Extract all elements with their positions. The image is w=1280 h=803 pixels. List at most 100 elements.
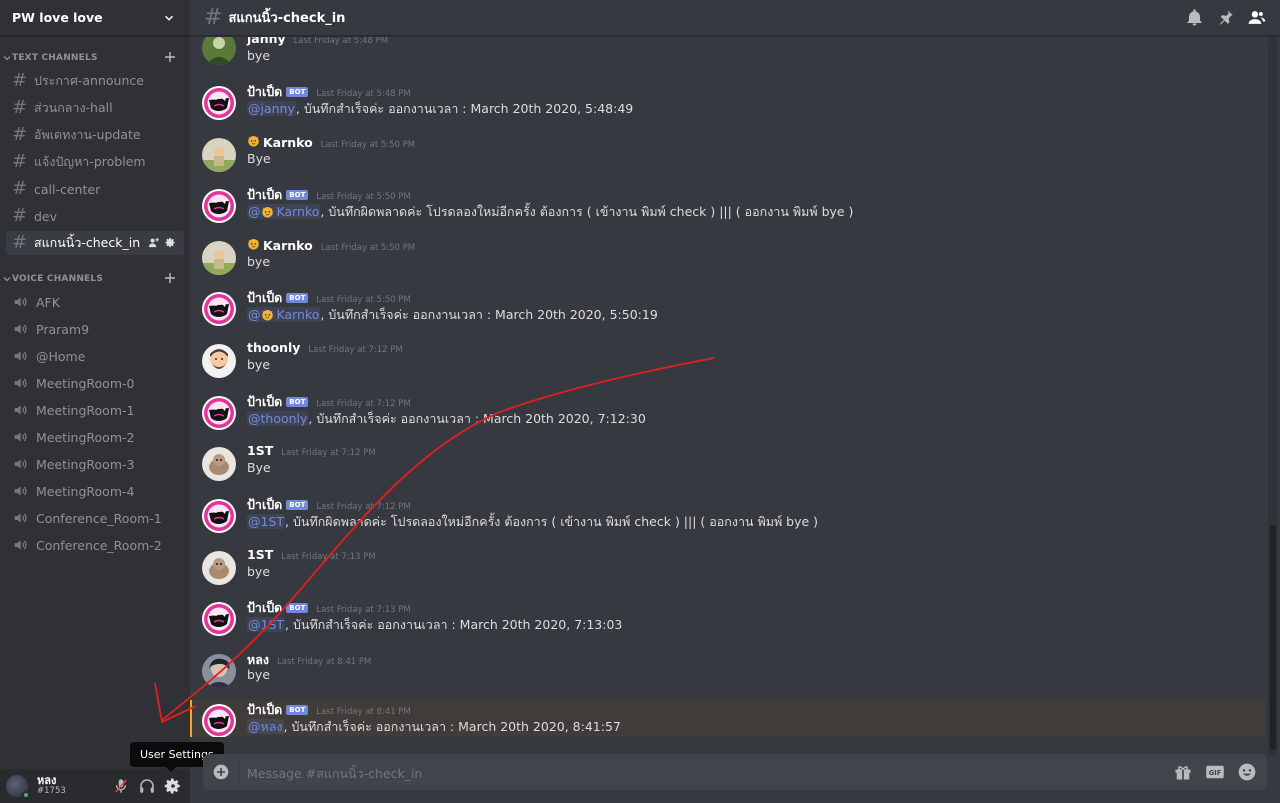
channel-update[interactable]: # อัพเดทงาน-update — [6, 123, 184, 147]
headphones-icon[interactable] — [138, 777, 156, 795]
channel-name: MeetingRoom-0 — [36, 375, 135, 391]
avatar[interactable] — [202, 138, 236, 172]
user-settings-gear-icon[interactable] — [164, 777, 182, 795]
gif-icon[interactable]: GIF — [1205, 762, 1225, 782]
message: ป้าเป็ด BOT Last Friday at 5:50 PM @ Karnko… — [190, 185, 1266, 237]
category-voice-channels[interactable]: VOICE CHANNELS — [0, 272, 190, 286]
bot-avatar[interactable] — [202, 704, 236, 737]
scrollbar-thumb[interactable] — [1270, 525, 1276, 750]
avatar[interactable] — [202, 654, 236, 688]
message: thoonly Last Friday at 7:12 PM bye — [190, 340, 1266, 392]
channel-check-in[interactable]: # สแกนนิ้ว-check_in — [6, 231, 184, 255]
channel-problem[interactable]: # แจ้งปัญหา-problem — [6, 150, 184, 174]
author-name[interactable]: Karnko — [263, 238, 313, 253]
chevron-down-icon[interactable] — [162, 11, 176, 25]
channel-dev[interactable]: # dev — [6, 204, 184, 228]
message-text: @1ST, บันทึกสำเร็จค่ะ ออกงานเวลา : March… — [247, 617, 623, 632]
hash-icon: # — [12, 178, 28, 199]
caret-down-icon — [3, 56, 11, 61]
member-list-icon[interactable] — [1247, 8, 1266, 27]
add-attachment-icon[interactable] — [213, 764, 229, 780]
avatar[interactable] — [6, 775, 30, 799]
user-mention[interactable]: @หลง — [247, 719, 284, 734]
bot-avatar[interactable] — [202, 396, 236, 430]
speaker-icon — [12, 375, 28, 391]
voice-channel-afk[interactable]: AFK — [6, 290, 184, 314]
author-name[interactable]: thoonly — [247, 340, 300, 355]
message-list: janny Last Friday at 5:48 PM bye ป้าเป็ด B… — [190, 37, 1268, 737]
channel-name: MeetingRoom-2 — [36, 429, 135, 445]
channel-hall[interactable]: # ส่วนกลาง-hall — [6, 96, 184, 120]
add-channel-icon[interactable] — [164, 272, 176, 284]
timestamp: Last Friday at 5:48 PM — [293, 37, 389, 46]
user-tag: #1753 — [37, 786, 66, 797]
avatar[interactable] — [202, 37, 236, 65]
voice-channel-meetingroom-2[interactable]: MeetingRoom-2 — [6, 425, 184, 449]
message: ป้าเป็ด BOT Last Friday at 7:12 PM @thoonl… — [190, 392, 1266, 444]
pin-icon[interactable] — [1216, 8, 1235, 27]
gear-icon[interactable] — [165, 237, 176, 248]
add-channel-icon[interactable] — [164, 51, 176, 63]
message: 1ST Last Friday at 7:13 PM bye — [190, 547, 1266, 599]
user-mention[interactable]: @ Karnko — [247, 204, 321, 219]
message-text: Bye — [247, 460, 271, 475]
emoji-picker-icon[interactable] — [1237, 762, 1257, 782]
channel-call-center[interactable]: # call-center — [6, 177, 184, 201]
hash-icon: # — [12, 124, 28, 145]
category-text-channels[interactable]: TEXT CHANNELS — [0, 51, 190, 65]
author-name[interactable]: Karnko — [263, 135, 313, 150]
voice-channel-meetingroom-1[interactable]: MeetingRoom-1 — [6, 398, 184, 422]
message-text: bye — [247, 564, 271, 579]
speaker-icon — [12, 321, 28, 337]
invite-icon[interactable] — [148, 237, 159, 248]
server-header[interactable]: PW love love — [0, 0, 190, 36]
speaker-icon — [12, 483, 28, 499]
message: Karnko Last Friday at 5:50 PM bye — [190, 237, 1266, 289]
message: ป้าเป็ด BOT Last Friday at 7:13 PM @1ST, บ… — [190, 598, 1266, 650]
timestamp: Last Friday at 8:41 PM — [316, 707, 411, 717]
message-composer[interactable]: Message #สแกนนิ้ว-check_in GIF — [203, 754, 1267, 790]
user-mention[interactable]: @1ST — [247, 514, 286, 529]
user-mention[interactable]: @thoonly — [247, 411, 309, 426]
mute-microphone-icon[interactable] — [112, 777, 130, 795]
channel-announce[interactable]: # ประกาศ-announce — [6, 69, 184, 93]
voice-channel-praram9[interactable]: Praram9 — [6, 317, 184, 341]
bot-avatar[interactable] — [202, 499, 236, 533]
voice-channel-meetingroom-4[interactable]: MeetingRoom-4 — [6, 479, 184, 503]
voice-channel-meetingroom-0[interactable]: MeetingRoom-0 — [6, 371, 184, 395]
avatar[interactable] — [202, 344, 236, 378]
avatar[interactable] — [202, 447, 236, 481]
message: หลง Last Friday at 8:41 PM bye — [190, 650, 1266, 702]
bot-avatar[interactable] — [202, 189, 236, 223]
voice-channel-home[interactable]: @Home — [6, 344, 184, 368]
bot-avatar[interactable] — [202, 292, 236, 326]
cat-emoji-icon — [247, 237, 260, 250]
channel-name: ส่วนกลาง-hall — [34, 100, 113, 115]
author-name[interactable]: janny — [247, 37, 286, 46]
timestamp: Last Friday at 7:12 PM — [316, 399, 411, 409]
speaker-icon — [12, 294, 28, 310]
avatar[interactable] — [202, 551, 236, 585]
user-mention[interactable]: @ Karnko — [247, 307, 321, 322]
user-mention[interactable]: @1ST — [247, 617, 286, 632]
voice-channel-conference-1[interactable]: Conference_Room-1 — [6, 506, 184, 530]
avatar[interactable] — [202, 241, 236, 275]
author-name[interactable]: 1ST — [247, 547, 273, 562]
gift-icon[interactable] — [1173, 762, 1193, 782]
message-text: @ Karnko, บันทึกผิดพลาดค่ะ โปรดลองใหม่อีก… — [247, 204, 854, 219]
voice-channel-conference-2[interactable]: Conference_Room-2 — [6, 533, 184, 557]
author-name[interactable]: 1ST — [247, 443, 273, 458]
message-input[interactable]: Message #สแกนนิ้ว-check_in — [247, 764, 422, 784]
bot-avatar[interactable] — [202, 86, 236, 120]
bot-avatar[interactable] — [202, 602, 236, 636]
cat-emoji-icon — [261, 308, 274, 321]
channel-name: แจ้งปัญหา-problem — [34, 154, 146, 169]
bot-badge: BOT — [286, 293, 309, 303]
bot-badge: BOT — [286, 705, 309, 715]
message-text: @thoonly, บันทึกสำเร็จค่ะ ออกงานเวลา : M… — [247, 411, 646, 426]
user-mention[interactable]: @janny — [247, 101, 296, 116]
voice-channel-meetingroom-3[interactable]: MeetingRoom-3 — [6, 452, 184, 476]
category-label: VOICE CHANNELS — [12, 274, 104, 284]
timestamp: Last Friday at 7:12 PM — [281, 448, 376, 458]
bell-icon[interactable] — [1185, 8, 1204, 27]
